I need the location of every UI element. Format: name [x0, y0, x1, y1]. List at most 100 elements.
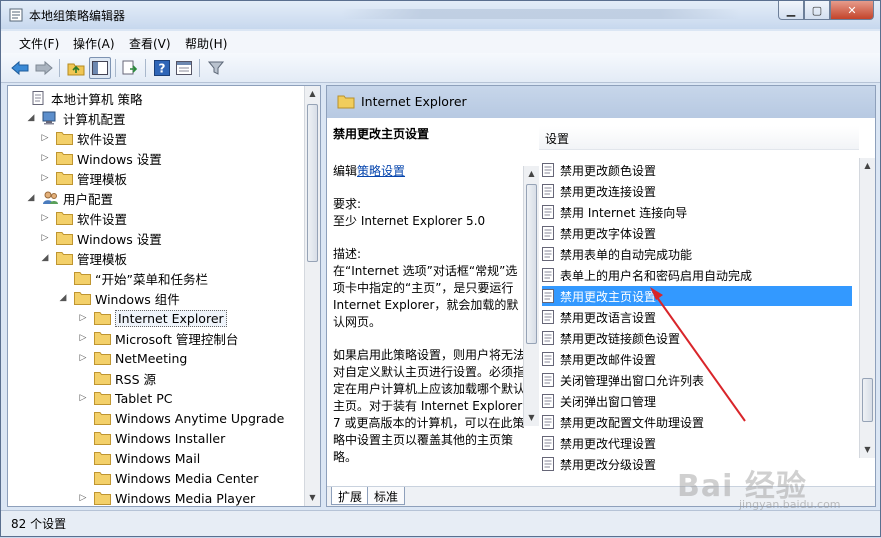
- scroll-thumb[interactable]: [307, 104, 318, 262]
- scroll-up-arrow-icon[interactable]: ▲: [524, 166, 539, 182]
- tree-item[interactable]: ▷ Microsoft 管理控制台: [78, 328, 239, 348]
- tree-item[interactable]: RSS 源: [78, 368, 156, 388]
- collapse-arrow-icon[interactable]: ◢: [40, 253, 50, 263]
- tree-item[interactable]: ◢ 管理模板: [40, 248, 127, 268]
- folder-icon: [94, 332, 111, 345]
- setting-row[interactable]: 关闭管理弹出窗口允许列表: [542, 370, 852, 390]
- menu-help[interactable]: 帮助(H): [185, 35, 227, 52]
- setting-row[interactable]: 禁用更改邮件设置: [542, 349, 852, 369]
- collapse-arrow-icon[interactable]: ◢: [58, 293, 68, 303]
- setting-row[interactable]: 关闭弹出窗口管理: [542, 391, 852, 411]
- setting-row[interactable]: 表单上的用户名和密码启用自动完成: [542, 265, 852, 285]
- scroll-down-arrow-icon[interactable]: ▼: [305, 490, 320, 506]
- setting-row[interactable]: 禁用更改链接颜色设置: [542, 328, 852, 348]
- policy-title: 禁用更改主页设置: [333, 127, 430, 141]
- expand-arrow-icon[interactable]: ▷: [78, 333, 88, 343]
- maximize-button[interactable]: ▢: [804, 1, 830, 20]
- setting-row[interactable]: 禁用表单的自动完成功能: [542, 244, 852, 264]
- collapse-arrow-icon[interactable]: ◢: [26, 193, 36, 203]
- scroll-up-arrow-icon[interactable]: ▲: [860, 158, 875, 174]
- help-icon[interactable]: ?: [151, 57, 173, 79]
- expand-arrow-icon[interactable]: ▷: [78, 353, 88, 363]
- tree-item[interactable]: ▷ Windows Media Player: [78, 488, 256, 506]
- caption-buttons: ▁ ▢ ✕: [778, 1, 874, 21]
- expand-arrow-icon[interactable]: ▷: [40, 133, 50, 143]
- tree-item-label: 管理模板: [77, 251, 128, 267]
- properties-icon[interactable]: [173, 57, 195, 79]
- scroll-thumb[interactable]: [526, 184, 537, 344]
- tree-item[interactable]: “开始”菜单和任务栏: [58, 268, 208, 288]
- policy-setting-icon: [542, 310, 554, 324]
- tree-item[interactable]: Windows Media Center: [78, 468, 258, 488]
- scroll-thumb[interactable]: [862, 378, 873, 422]
- folder-icon: [94, 312, 111, 325]
- tree-item-label: Windows Anytime Upgrade: [115, 410, 285, 426]
- settings-scrollbar[interactable]: ▲ ▼: [859, 158, 875, 458]
- tree-item[interactable]: ▷ Windows 设置: [40, 228, 162, 248]
- tree-item[interactable]: 本地计算机 策略: [14, 88, 142, 108]
- expand-arrow-icon[interactable]: ▷: [78, 493, 88, 503]
- column-header-setting[interactable]: 设置: [539, 126, 859, 150]
- export-list-icon[interactable]: [119, 57, 141, 79]
- edit-policy-link[interactable]: 策略设置: [357, 164, 405, 178]
- title-bar[interactable]: 本地组策略编辑器 ▁ ▢ ✕: [1, 1, 880, 29]
- expand-arrow-icon[interactable]: ▷: [40, 233, 50, 243]
- up-folder-icon[interactable]: [65, 57, 87, 79]
- tree-item[interactable]: ▷ Internet Explorer: [78, 308, 227, 328]
- minimize-button[interactable]: ▁: [778, 1, 804, 20]
- setting-row[interactable]: 禁用更改颜色设置: [542, 160, 852, 180]
- console-tree: 本地计算机 策略 ◢ 计算机配置 ▷ 软件设置 ▷ Windows 设置 ▷ 管理模板 ◢ 用户配置…: [7, 85, 321, 507]
- setting-row[interactable]: 禁用更改代理设置: [542, 433, 852, 453]
- expand-arrow-icon[interactable]: ▷: [78, 313, 88, 323]
- collapse-arrow-icon[interactable]: ◢: [26, 113, 36, 123]
- expand-arrow-icon[interactable]: ▷: [40, 173, 50, 183]
- forward-arrow-icon[interactable]: [33, 57, 55, 79]
- menu-file[interactable]: 文件(F): [19, 35, 59, 52]
- tree-item[interactable]: Windows Anytime Upgrade: [78, 408, 284, 428]
- folder-icon: [94, 472, 111, 485]
- window-title: 本地组策略编辑器: [29, 9, 126, 23]
- setting-row[interactable]: 禁用更改主页设置: [542, 286, 852, 306]
- back-arrow-icon[interactable]: [9, 57, 31, 79]
- scroll-down-arrow-icon[interactable]: ▼: [524, 410, 539, 426]
- setting-row[interactable]: 禁用 Internet 连接向导: [542, 202, 852, 222]
- setting-row[interactable]: 禁用更改配置文件助理设置: [542, 412, 852, 432]
- filter-icon[interactable]: [205, 57, 227, 79]
- scroll-down-arrow-icon[interactable]: ▼: [860, 442, 875, 458]
- menu-action[interactable]: 操作(A): [73, 35, 115, 52]
- expand-arrow-icon[interactable]: ▷: [40, 153, 50, 163]
- close-button[interactable]: ✕: [830, 1, 874, 20]
- toolbar-separator: [115, 59, 116, 77]
- watermark-url: jingyan.baidu.com: [739, 498, 841, 511]
- show-hide-tree-icon[interactable]: [89, 57, 111, 79]
- expand-arrow-icon[interactable]: ▷: [40, 213, 50, 223]
- tree-item[interactable]: ◢ 计算机配置: [26, 108, 126, 128]
- tree-vertical-scrollbar[interactable]: ▲ ▼: [304, 86, 320, 506]
- folder-icon: [56, 212, 73, 225]
- setting-row[interactable]: 禁用更改连接设置: [542, 181, 852, 201]
- setting-row[interactable]: 禁用更改字体设置: [542, 223, 852, 243]
- description-label: 描述:: [333, 247, 362, 261]
- description-scrollbar[interactable]: ▲ ▼: [523, 166, 539, 426]
- tree-item[interactable]: ▷ 软件设置: [40, 208, 127, 228]
- tree-item-label: Windows Installer: [115, 430, 226, 446]
- status-bar: 82 个设置: [1, 510, 880, 536]
- tree-item[interactable]: ▷ 软件设置: [40, 128, 127, 148]
- tree-item[interactable]: Windows Mail: [78, 448, 200, 468]
- expand-arrow-icon[interactable]: ▷: [78, 393, 88, 403]
- tree-item[interactable]: ▷ Windows 设置: [40, 148, 162, 168]
- policy-setting-icon: [542, 163, 554, 177]
- tree-item[interactable]: ▷ NetMeeting: [78, 348, 188, 368]
- tab-extended[interactable]: 扩展: [331, 487, 370, 505]
- tab-standard[interactable]: 标准: [367, 487, 406, 505]
- tree-item[interactable]: ◢ 用户配置: [26, 188, 113, 208]
- scroll-up-arrow-icon[interactable]: ▲: [305, 86, 320, 102]
- policy-setting-icon: [542, 184, 554, 198]
- tree-item[interactable]: ▷ Tablet PC: [78, 388, 173, 408]
- folder-icon: [94, 492, 111, 505]
- setting-row[interactable]: 禁用更改语言设置: [542, 307, 852, 327]
- tree-item[interactable]: ◢ Windows 组件: [58, 288, 180, 308]
- tree-item[interactable]: ▷ 管理模板: [40, 168, 127, 188]
- menu-view[interactable]: 查看(V): [129, 35, 171, 52]
- tree-item[interactable]: Windows Installer: [78, 428, 225, 448]
